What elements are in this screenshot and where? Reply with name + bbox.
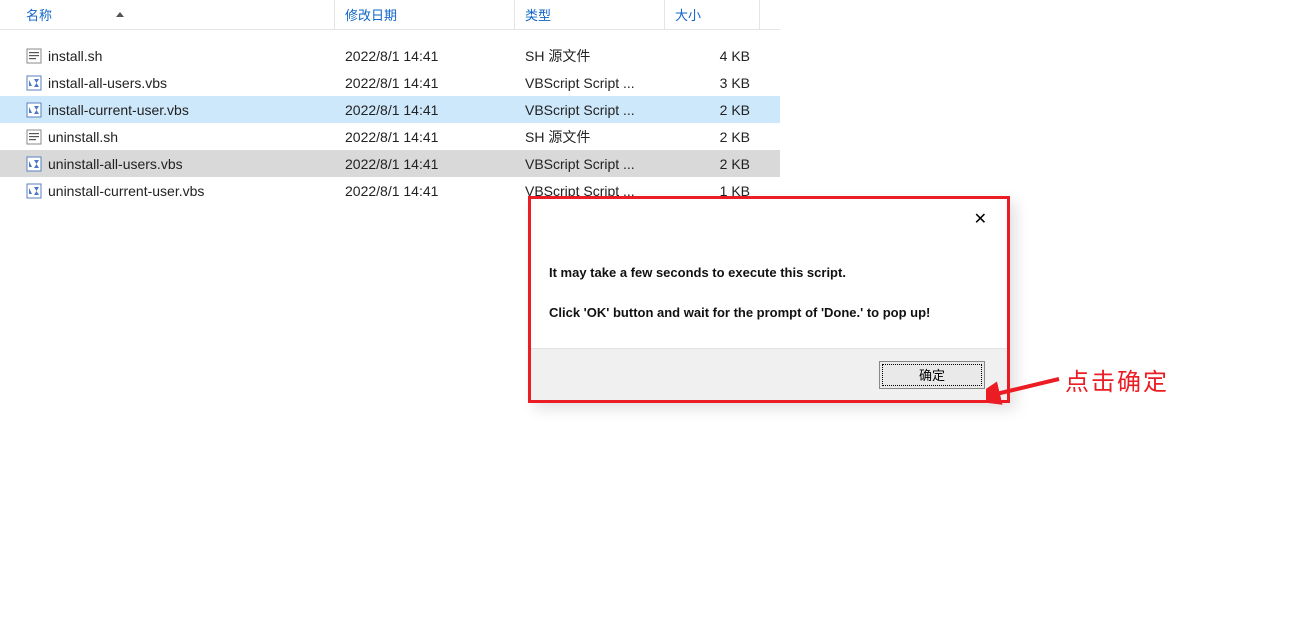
file-type-cell: VBScript Script ...: [515, 156, 665, 172]
file-date-cell: 2022/8/1 14:41: [335, 183, 515, 199]
annotation-text: 点击确定: [1065, 362, 1169, 397]
column-header-name-label: 名称: [26, 5, 52, 24]
dialog-body: It may take a few seconds to execute thi…: [531, 239, 1007, 348]
sh-file-icon: [26, 48, 42, 64]
file-row[interactable]: install.sh 2022/8/1 14:41SH 源文件4 KB: [0, 42, 780, 69]
file-date-cell: 2022/8/1 14:41: [335, 102, 515, 118]
dialog-footer: 确定: [531, 348, 1007, 400]
column-header-name[interactable]: 名称: [0, 0, 335, 29]
file-name-cell: install-all-users.vbs: [0, 75, 335, 91]
file-name-cell: install-current-user.vbs: [0, 102, 335, 118]
file-date-cell: 2022/8/1 14:41: [335, 156, 515, 172]
column-header-size[interactable]: 大小: [665, 0, 760, 29]
column-header-row: 名称 修改日期 类型 大小: [0, 0, 780, 30]
vbs-file-icon: [26, 183, 42, 199]
file-name-cell: uninstall.sh: [0, 129, 335, 145]
ok-button[interactable]: 确定: [879, 361, 985, 389]
file-size-cell: 3 KB: [665, 75, 760, 91]
file-name-label: install.sh: [48, 48, 102, 64]
file-type-cell: VBScript Script ...: [515, 75, 665, 91]
file-name-cell: uninstall-current-user.vbs: [0, 183, 335, 199]
file-list: install.sh2022/8/1 14:41SH 源文件4 KB insta…: [0, 30, 780, 204]
vbs-file-icon: [26, 75, 42, 91]
file-size-cell: 4 KB: [665, 48, 760, 64]
file-row[interactable]: install-all-users.vbs 2022/8/1 14:41VBScr…: [0, 69, 780, 96]
sh-file-icon: [26, 129, 42, 145]
file-name-label: uninstall-current-user.vbs: [48, 183, 204, 199]
dialog-text-line1: It may take a few seconds to execute thi…: [549, 263, 989, 283]
vbs-file-icon: [26, 156, 42, 172]
file-size-cell: 2 KB: [665, 102, 760, 118]
vbs-file-icon: [26, 102, 42, 118]
file-type-cell: SH 源文件: [515, 127, 665, 147]
file-name-label: uninstall.sh: [48, 129, 118, 145]
file-date-cell: 2022/8/1 14:41: [335, 129, 515, 145]
file-date-cell: 2022/8/1 14:41: [335, 48, 515, 64]
file-type-cell: VBScript Script ...: [515, 102, 665, 118]
file-explorer: 名称 修改日期 类型 大小 install.sh2022/8/1 14:41SH…: [0, 0, 780, 204]
dialog-text-line2: Click 'OK' button and wait for the promp…: [549, 303, 989, 323]
file-name-label: install-current-user.vbs: [48, 102, 189, 118]
column-header-date[interactable]: 修改日期: [335, 0, 515, 29]
close-icon[interactable]: ✕: [966, 205, 995, 233]
file-name-label: uninstall-all-users.vbs: [48, 156, 183, 172]
dialog-titlebar: ✕: [531, 199, 1007, 239]
file-row[interactable]: uninstall.sh 2022/8/1 14:41SH 源文件2 KB: [0, 123, 780, 150]
file-type-cell: SH 源文件: [515, 46, 665, 66]
file-size-cell: 2 KB: [665, 129, 760, 145]
file-row[interactable]: uninstall-all-users.vbs 2022/8/1 14:41VBS…: [0, 150, 780, 177]
column-header-type[interactable]: 类型: [515, 0, 665, 29]
file-name-label: install-all-users.vbs: [48, 75, 167, 91]
file-size-cell: 2 KB: [665, 156, 760, 172]
file-row[interactable]: install-current-user.vbs 2022/8/1 14:41VB…: [0, 96, 780, 123]
script-confirm-dialog: ✕ It may take a few seconds to execute t…: [528, 196, 1010, 403]
sort-ascending-icon: [116, 12, 124, 17]
file-name-cell: uninstall-all-users.vbs: [0, 156, 335, 172]
file-name-cell: install.sh: [0, 48, 335, 64]
file-date-cell: 2022/8/1 14:41: [335, 75, 515, 91]
